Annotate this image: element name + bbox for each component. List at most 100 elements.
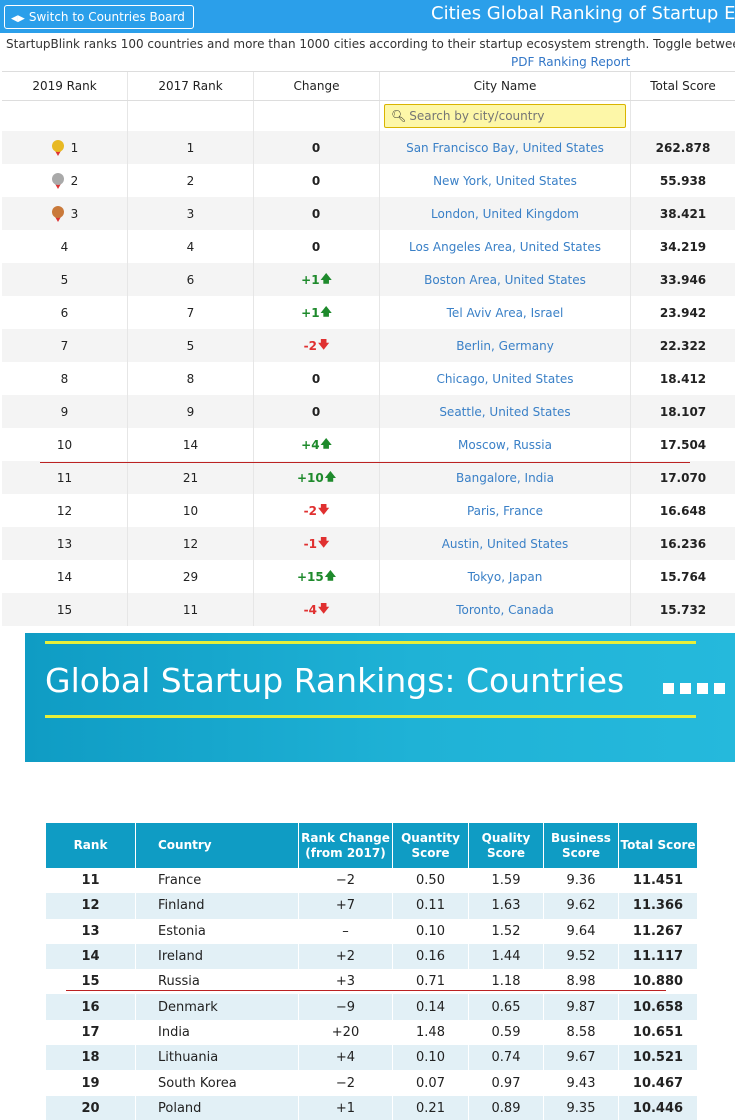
country-name: India	[136, 1019, 299, 1046]
total-score: 34.219	[659, 239, 707, 254]
country-total-score: 10.446	[632, 1100, 684, 1116]
city-name-cell: San Francisco Bay, United States	[380, 131, 631, 164]
business-score: 9.64	[544, 918, 619, 944]
country-rank-change: –	[299, 918, 393, 944]
rank-2017: 8	[128, 362, 254, 395]
city-link[interactable]: Tel Aviv Area, Israel	[447, 306, 564, 320]
pdf-ranking-report-link[interactable]: PDF Ranking Report	[511, 55, 630, 69]
country-name: France	[136, 868, 299, 894]
country-total-score: 10.658	[632, 999, 684, 1015]
underline-marker	[66, 990, 666, 991]
country-rank-change: +20	[299, 1019, 393, 1046]
total-score-cell: 16.236	[631, 527, 735, 560]
city-link[interactable]: London, United Kingdom	[431, 207, 579, 221]
table-row: 15 11 -4 🡇 Toronto, Canada 15.732	[2, 593, 735, 626]
cities-table-header: 2019 Rank 2017 Rank Change City Name Tot…	[2, 71, 735, 101]
table-row: 10 14 +4 🡅 Moscow, Russia 17.504	[2, 428, 735, 461]
rank-change: +1	[301, 272, 320, 287]
city-link[interactable]: Tokyo, Japan	[468, 570, 543, 584]
business-score: 9.36	[544, 868, 619, 894]
rank-2019: 10	[56, 437, 73, 452]
quantity-score: 0.21	[393, 1095, 469, 1120]
quality-score: 0.74	[469, 1045, 544, 1071]
country-total-score: 10.651	[632, 1024, 684, 1040]
rank-2019-cell: 3	[2, 197, 128, 230]
total-score-cell: 23.942	[631, 296, 735, 329]
rank-change: 0	[311, 404, 321, 419]
country-rank: 12	[46, 893, 136, 919]
total-score: 18.107	[659, 404, 707, 419]
city-link[interactable]: Berlin, Germany	[456, 339, 554, 353]
change-cell: 0	[254, 395, 380, 428]
column-header-total-score[interactable]: Total Score	[631, 72, 735, 100]
total-score: 55.938	[659, 173, 707, 188]
city-link[interactable]: Bangalore, India	[456, 471, 554, 485]
country-name: Lithuania	[136, 1045, 299, 1071]
country-total-score: 10.521	[632, 1050, 684, 1066]
quantity-score: 0.10	[393, 1045, 469, 1071]
rank-2019: 3	[70, 206, 79, 221]
country-rank-change: +1	[299, 1095, 393, 1120]
change-cell: -2 🡇	[254, 329, 380, 362]
city-link[interactable]: New York, United States	[433, 174, 577, 188]
search-row-spacer	[128, 101, 254, 131]
column-header-business-score: Business Score	[544, 823, 619, 868]
city-link[interactable]: Toronto, Canada	[456, 603, 554, 617]
country-rank: 16	[46, 994, 136, 1020]
city-search-input[interactable]	[409, 109, 620, 123]
column-header-2019-rank[interactable]: 2019 Rank	[2, 72, 128, 100]
column-header-change[interactable]: Change	[254, 72, 380, 100]
quality-score: 1.59	[469, 868, 544, 894]
city-name-cell: Los Angeles Area, United States	[380, 230, 631, 263]
city-search-box[interactable]: 🔍︎	[384, 104, 626, 128]
table-row: 11 21 +10 🡅 Bangalore, India 17.070	[2, 461, 735, 494]
total-score-cell: 38.421	[631, 197, 735, 230]
column-header-city-name[interactable]: City Name	[380, 72, 631, 100]
change-cell: +10 🡅	[254, 461, 380, 494]
switch-to-countries-button[interactable]: ◀▶ Switch to Countries Board	[4, 5, 194, 29]
switch-button-label: Switch to Countries Board	[28, 10, 185, 24]
column-header-2017-rank[interactable]: 2017 Rank	[128, 72, 254, 100]
countries-banner: Global Startup Rankings: Countries	[25, 633, 735, 762]
city-link[interactable]: Chicago, United States	[436, 372, 573, 386]
total-score: 262.878	[655, 140, 711, 155]
city-link[interactable]: Moscow, Russia	[458, 438, 552, 452]
total-score: 17.070	[659, 470, 707, 485]
change-cell: -4 🡇	[254, 593, 380, 626]
rank-change: +15	[296, 569, 324, 584]
rank-change: +4	[301, 437, 320, 452]
change-cell: -1 🡇	[254, 527, 380, 560]
rank-2017: 11	[128, 593, 254, 626]
city-name-cell: Boston Area, United States	[380, 263, 631, 296]
city-link[interactable]: Paris, France	[467, 504, 543, 518]
quality-score: 0.89	[469, 1095, 544, 1120]
city-link[interactable]: Boston Area, United States	[424, 273, 586, 287]
city-name-cell: Bangalore, India	[380, 461, 631, 494]
search-row: 🔍︎	[2, 101, 735, 131]
city-link[interactable]: Seattle, United States	[439, 405, 570, 419]
city-link[interactable]: Austin, United States	[442, 537, 569, 551]
rank-change: -4	[303, 602, 318, 617]
table-row: 5 6 +1 🡅 Boston Area, United States 33.946	[2, 263, 735, 296]
banner-top-line	[45, 641, 696, 644]
total-score-cell: 18.107	[631, 395, 735, 428]
rank-2017: 2	[128, 164, 254, 197]
cities-board-title: Cities Global Ranking of Startup Ecos	[431, 3, 735, 24]
rank-2019-cell: 15	[2, 593, 128, 626]
rank-2019-cell: 8	[2, 362, 128, 395]
city-link[interactable]: San Francisco Bay, United States	[406, 141, 604, 155]
arrow-down-icon: 🡇	[318, 503, 330, 516]
rank-2019-cell: 10	[2, 428, 128, 461]
city-name-cell: Tel Aviv Area, Israel	[380, 296, 631, 329]
country-total-score: 11.267	[632, 923, 684, 939]
underline-marker	[40, 462, 690, 463]
table-row: 19 South Korea −2 0.07 0.97 9.43 10.467	[46, 1070, 697, 1096]
rank-change: +10	[296, 470, 324, 485]
table-row: 14 29 +15 🡅 Tokyo, Japan 15.764	[2, 560, 735, 593]
change-cell: 0	[254, 131, 380, 164]
city-link[interactable]: Los Angeles Area, United States	[409, 240, 601, 254]
column-header-total-score: Total Score	[620, 838, 696, 852]
total-score: 22.322	[659, 338, 707, 353]
change-cell: +4 🡅	[254, 428, 380, 461]
countries-table-body: 11 France −2 0.50 1.59 9.36 11.451 12 Finland +7 0…	[46, 868, 697, 1120]
